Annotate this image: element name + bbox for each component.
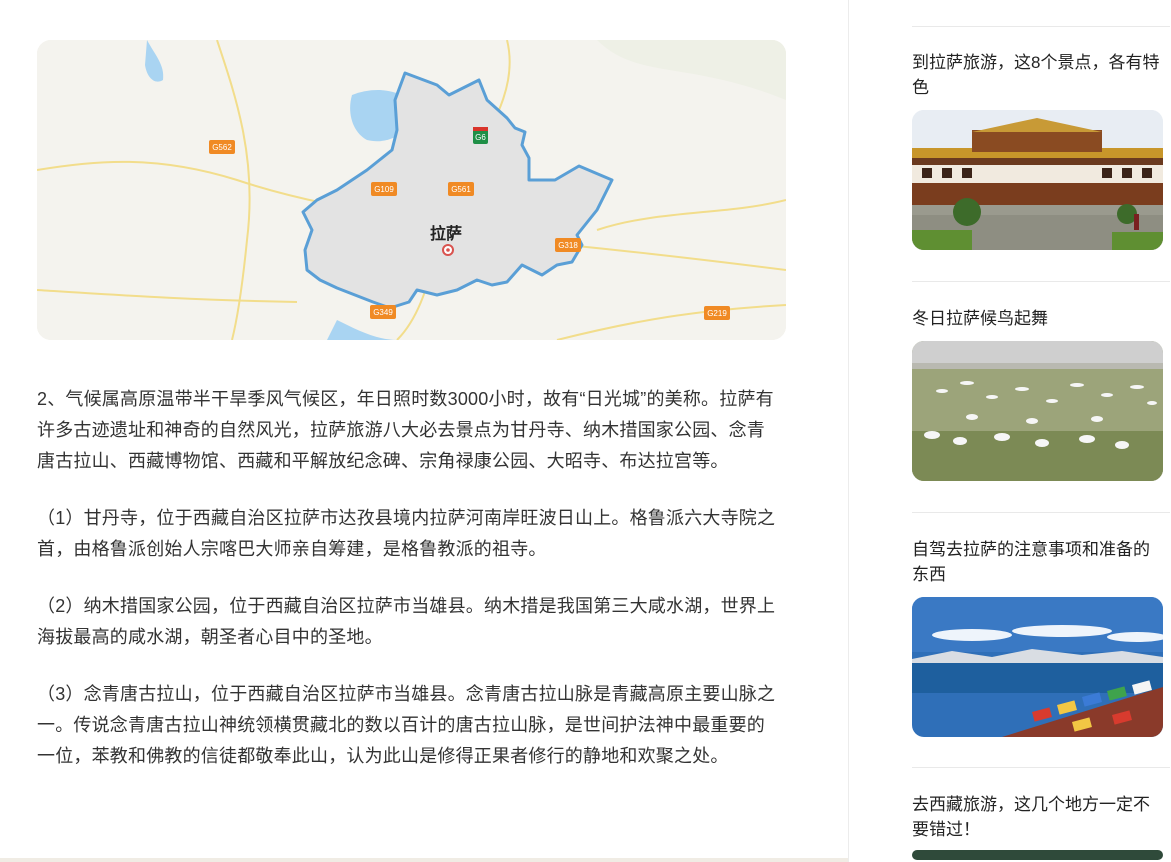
related-item-image-birds[interactable] (912, 341, 1163, 481)
map-canvas: 拉萨 G562 G6 G109 G561 G318 G349 G219 (37, 40, 786, 340)
related-item-image-partial[interactable] (912, 850, 1163, 860)
road-shield-g109: G109 (371, 182, 397, 196)
sidebar-divider (912, 767, 1170, 768)
road-shield-g562: G562 (209, 140, 235, 154)
sidebar-divider (912, 26, 1170, 27)
road-shield-g6: G6 (473, 127, 488, 144)
svg-text:G562: G562 (212, 143, 232, 152)
bottom-edge (0, 858, 848, 862)
related-item-title[interactable]: 冬日拉萨候鸟起舞 (912, 306, 1164, 331)
related-item-title[interactable]: 到拉萨旅游，这8个景点，各有特色 (912, 50, 1164, 100)
road-shield-g318: G318 (555, 238, 581, 252)
article-paragraph-nyenchen: （3）念青唐古拉山，位于西藏自治区拉萨市当雄县。念青唐古拉山脉是青藏高原主要山脉… (37, 684, 776, 766)
article-body: 2、气候属高原温带半干旱季风气候区，年日照时数3000小时，故有“日光城”的美称… (37, 384, 782, 798)
related-item-tibet-places[interactable]: 去西藏旅游，这几个地方一定不要错过！ (912, 792, 1164, 860)
svg-text:G318: G318 (558, 241, 578, 250)
related-item-image-monastery[interactable] (912, 110, 1163, 250)
svg-text:G6: G6 (475, 133, 486, 142)
article-paragraph-climate: 2、气候属高原温带半干旱季风气候区，年日照时数3000小时，故有“日光城”的美称… (37, 389, 774, 471)
sidebar-divider (912, 512, 1170, 513)
sidebar-divider (912, 281, 1170, 282)
svg-text:G219: G219 (707, 309, 727, 318)
road-shield-g561: G561 (448, 182, 474, 196)
main-content: 拉萨 G562 G6 G109 G561 G318 G349 G219 2、气候… (0, 0, 848, 862)
related-item-driving[interactable]: 自驾去拉萨的注意事项和准备的东西 (912, 537, 1164, 737)
related-sidebar: 到拉萨旅游，这8个景点，各有特色 冬日拉萨候鸟起舞 自驾去拉萨的注意事项和准备的… (849, 0, 1171, 862)
svg-text:G561: G561 (451, 185, 471, 194)
svg-text:G109: G109 (374, 185, 394, 194)
related-item-title[interactable]: 去西藏旅游，这几个地方一定不要错过！ (912, 792, 1164, 842)
lhasa-map[interactable]: 拉萨 G562 G6 G109 G561 G318 G349 G219 (37, 40, 786, 340)
related-item-attractions[interactable]: 到拉萨旅游，这8个景点，各有特色 (912, 50, 1164, 250)
article-paragraph-namtso: （2）纳木措国家公园，位于西藏自治区拉萨市当雄县。纳木措是我国第三大咸水湖，世界… (37, 596, 776, 647)
map-city-label: 拉萨 (430, 224, 462, 243)
article-paragraph-ganden: （1）甘丹寺，位于西藏自治区拉萨市达孜县境内拉萨河南岸旺波日山上。格鲁派六大寺院… (37, 508, 776, 559)
road-shield-g349: G349 (370, 305, 396, 319)
related-item-birds[interactable]: 冬日拉萨候鸟起舞 (912, 306, 1164, 481)
road-shield-g219: G219 (704, 306, 730, 320)
related-item-title[interactable]: 自驾去拉萨的注意事项和准备的东西 (912, 537, 1164, 587)
svg-text:G349: G349 (373, 308, 393, 317)
related-item-image-lake[interactable] (912, 597, 1163, 737)
